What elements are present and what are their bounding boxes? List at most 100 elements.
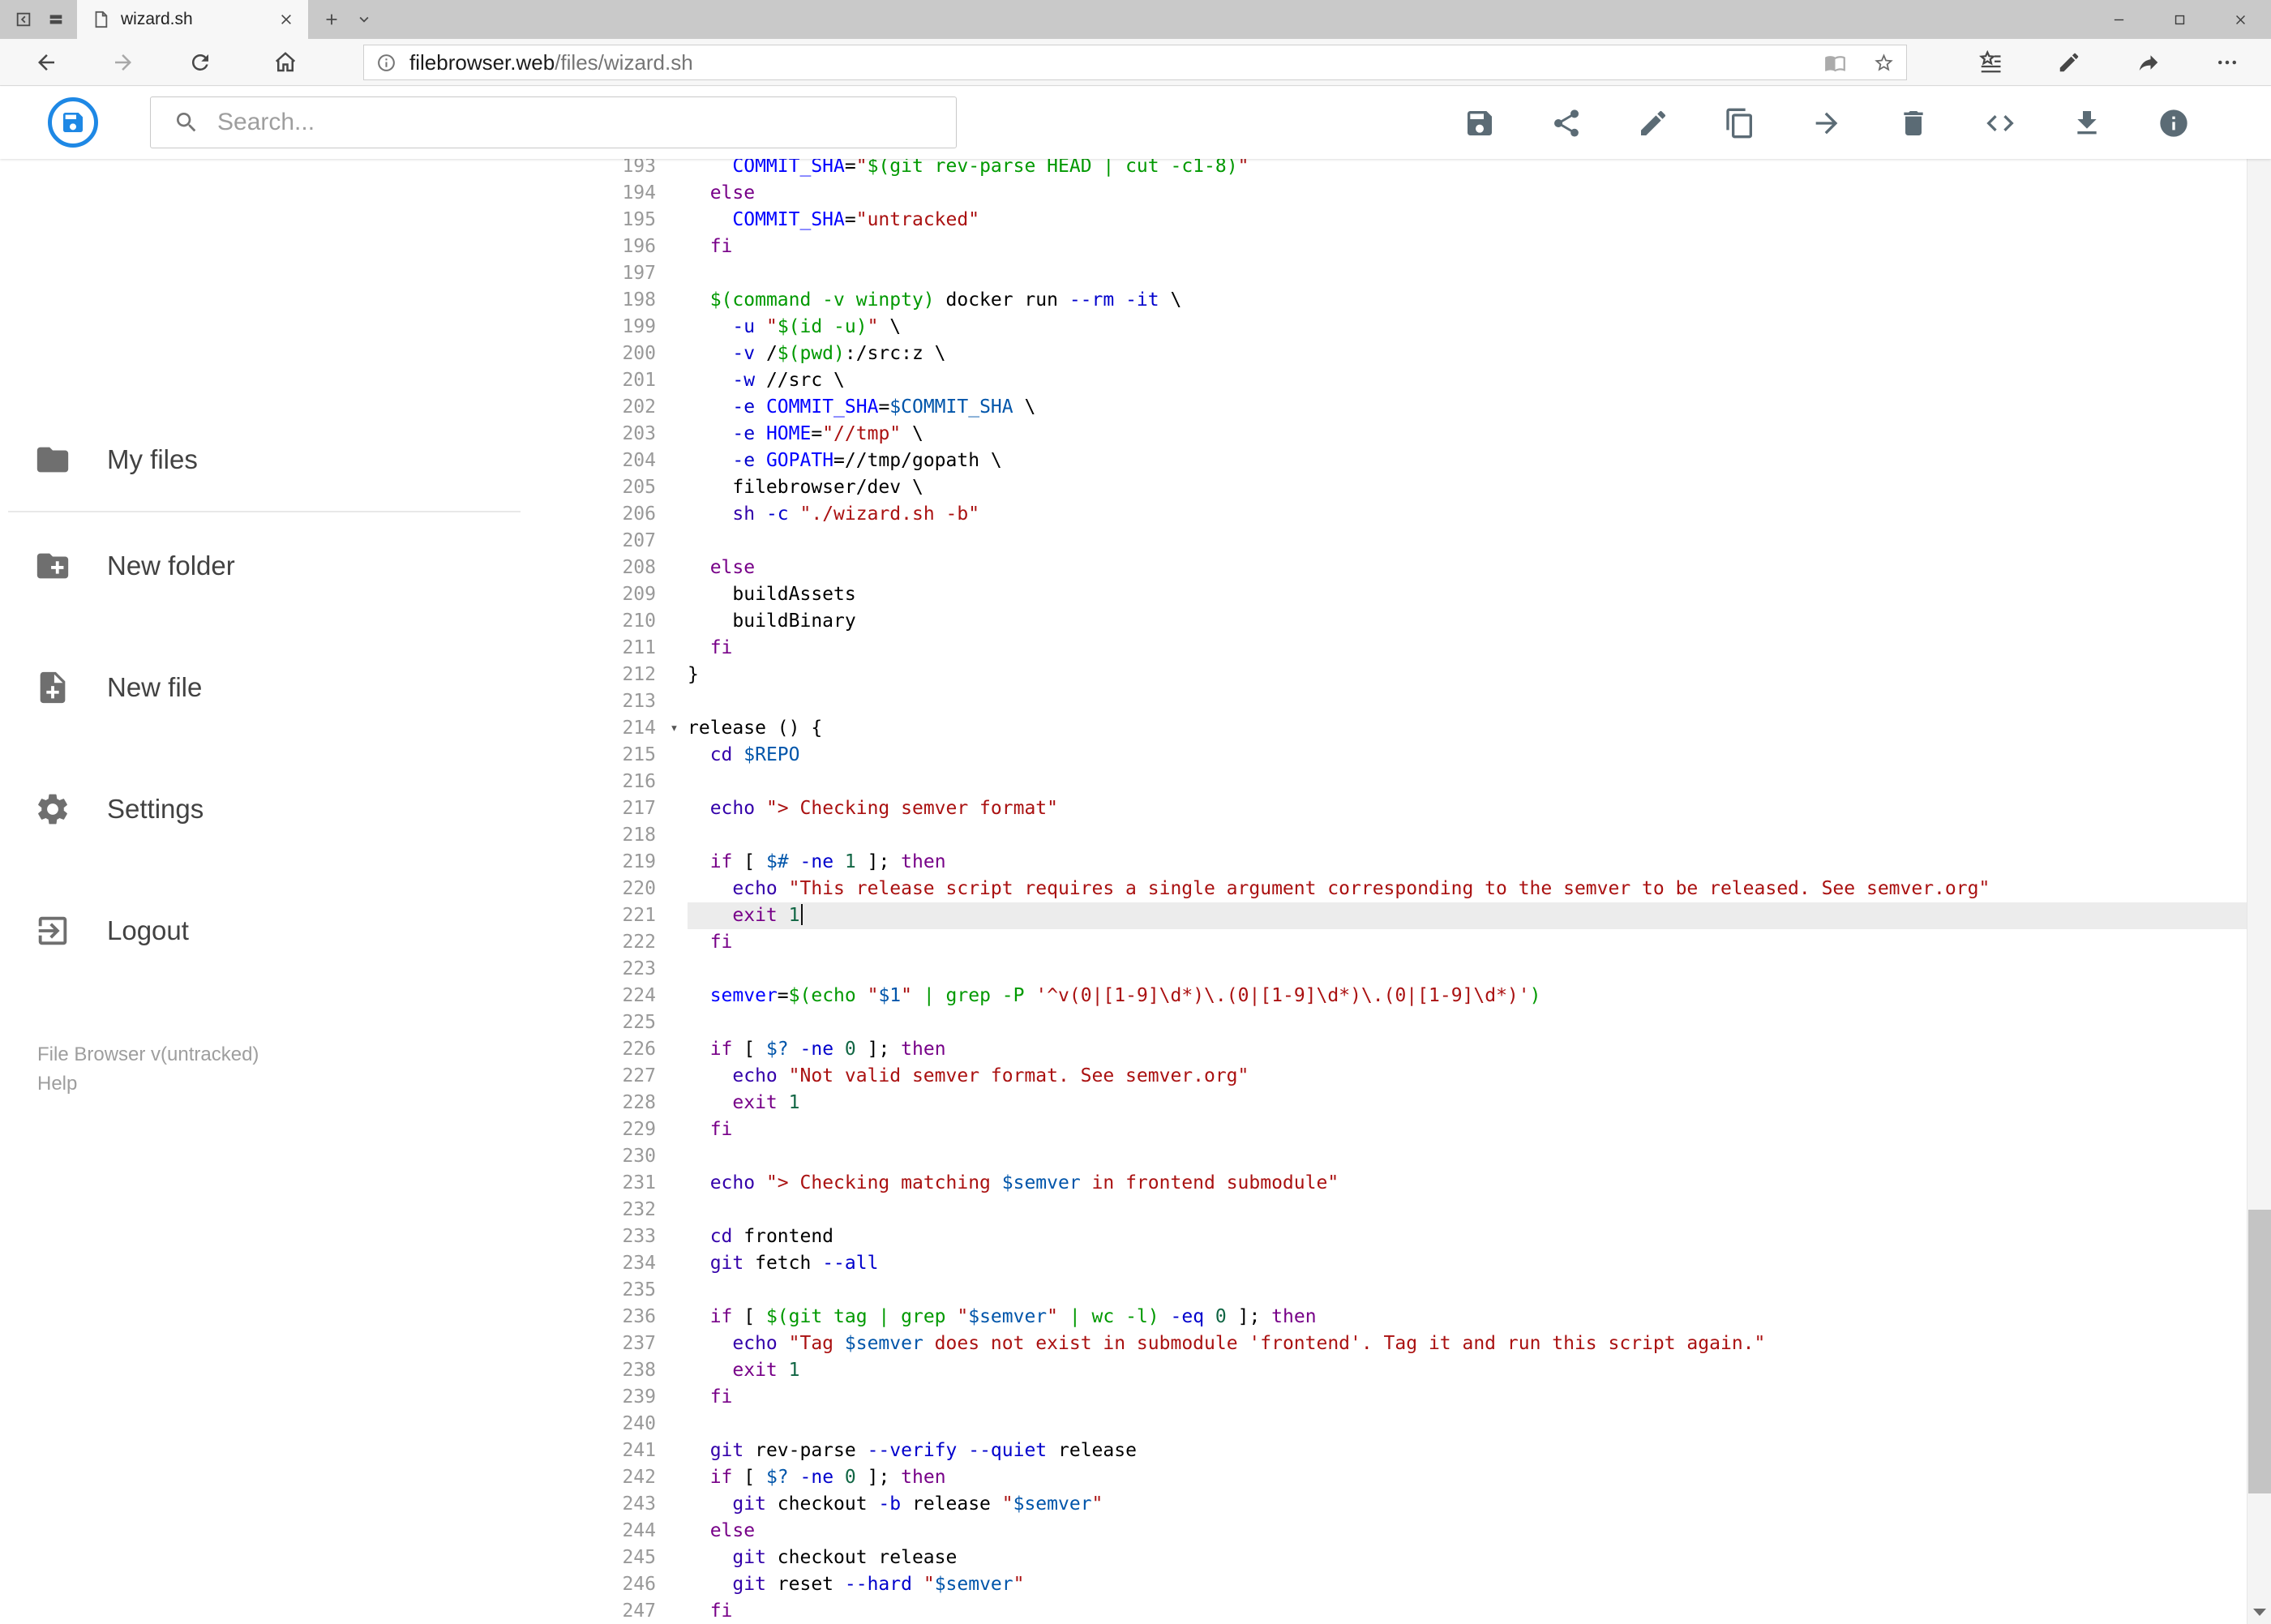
reading-view-button[interactable]	[1820, 48, 1849, 77]
code-text[interactable]: git reset --hard "$semver"	[688, 1571, 2247, 1598]
code-text[interactable]	[688, 688, 2247, 715]
url-text[interactable]: filebrowser.web/files/wizard.sh	[409, 50, 693, 75]
code-text[interactable]: -v /$(pwd):/src:z \	[688, 341, 2247, 367]
code-text[interactable]: fi	[688, 929, 2247, 956]
share-button[interactable]	[1550, 107, 1583, 139]
sidebar-item-new-file[interactable]: New file	[0, 659, 535, 716]
code-editor[interactable]: 193 COMMIT_SHA="$(git rev-parse HEAD | c…	[535, 159, 2247, 1624]
code-text[interactable]: -e COMMIT_SHA=$COMMIT_SHA \	[688, 394, 2247, 421]
code-text[interactable]: -u "$(id -u)" \	[688, 314, 2247, 341]
code-text[interactable]: release () {	[688, 715, 2247, 742]
web-notes-button[interactable]	[2055, 49, 2083, 76]
minimize-button[interactable]	[2089, 0, 2149, 39]
code-text[interactable]: git rev-parse --verify --quiet release	[688, 1438, 2247, 1464]
search-bar[interactable]	[150, 96, 957, 148]
sidebar-item-new-folder[interactable]: New folder	[0, 538, 535, 594]
code-text[interactable]: if [ $? -ne 0 ]; then	[688, 1036, 2247, 1063]
search-input[interactable]	[217, 109, 906, 136]
code-text[interactable]: cd $REPO	[688, 742, 2247, 769]
more-options-button[interactable]	[2213, 49, 2241, 76]
edit-button[interactable]	[1637, 107, 1669, 139]
home-button[interactable]	[272, 49, 299, 76]
browser-tab[interactable]: wizard.sh	[77, 0, 308, 39]
code-text[interactable]	[688, 956, 2247, 983]
code-text[interactable]	[688, 822, 2247, 849]
code-text[interactable]: -e HOME="//tmp" \	[688, 421, 2247, 448]
code-text[interactable]: COMMIT_SHA="$(git rev-parse HEAD | cut -…	[688, 159, 2247, 180]
code-text[interactable]: fi	[688, 1116, 2247, 1143]
back-button[interactable]	[32, 49, 60, 76]
code-text[interactable]: else	[688, 180, 2247, 207]
code-text[interactable]: buildAssets	[688, 581, 2247, 608]
address-bar[interactable]: filebrowser.web/files/wizard.sh	[363, 45, 1907, 80]
code-text[interactable]: exit 1	[688, 902, 2247, 929]
scroll-down-button[interactable]	[2247, 1600, 2271, 1624]
favorite-star-button[interactable]	[1869, 48, 1898, 77]
code-text[interactable]: semver=$(echo "$1" | grep -P '^v(0|[1-9]…	[688, 983, 2247, 1009]
sidebar-item-my-files[interactable]: My files	[0, 431, 535, 488]
fold-marker-icon[interactable]: ▾	[670, 720, 678, 736]
code-text[interactable]: fi	[688, 234, 2247, 260]
code-text[interactable]: if [ $# -ne 1 ]; then	[688, 849, 2247, 876]
forward-button[interactable]	[109, 49, 137, 76]
code-text[interactable]: exit 1	[688, 1090, 2247, 1116]
code-text[interactable]: echo "> Checking semver format"	[688, 795, 2247, 822]
code-text[interactable]: exit 1	[688, 1357, 2247, 1384]
code-text[interactable]: fi	[688, 635, 2247, 662]
code-text[interactable]: git checkout release	[688, 1545, 2247, 1571]
code-text[interactable]	[688, 260, 2247, 287]
code-text[interactable]: fi	[688, 1384, 2247, 1411]
code-text[interactable]	[688, 528, 2247, 555]
code-text[interactable]	[688, 1009, 2247, 1036]
site-info-icon[interactable]	[374, 50, 398, 75]
code-text[interactable]: fi	[688, 1598, 2247, 1624]
code-text[interactable]: else	[688, 555, 2247, 581]
code-text[interactable]: echo "Not valid semver format. See semve…	[688, 1063, 2247, 1090]
help-link[interactable]: Help	[37, 1073, 77, 1095]
code-text[interactable]: buildBinary	[688, 608, 2247, 635]
code-text[interactable]	[688, 1277, 2247, 1304]
code-text[interactable]: -e GOPATH=//tmp/gopath \	[688, 448, 2247, 474]
save-button[interactable]	[1463, 107, 1496, 139]
refresh-button[interactable]	[186, 49, 214, 76]
code-text[interactable]: }	[688, 662, 2247, 688]
code-text[interactable]: filebrowser/dev \	[688, 474, 2247, 501]
info-button[interactable]	[2157, 107, 2190, 139]
tab-list-chevron-button[interactable]	[350, 6, 378, 33]
raw-code-button[interactable]	[1984, 107, 2016, 139]
scrollbar[interactable]	[2247, 87, 2271, 1624]
download-button[interactable]	[2071, 107, 2103, 139]
code-text[interactable]: if [ $? -ne 0 ]; then	[688, 1464, 2247, 1491]
sidebar-item-logout[interactable]: Logout	[0, 902, 535, 959]
set-tabs-aside-button[interactable]	[10, 6, 37, 33]
code-text[interactable]: else	[688, 1518, 2247, 1545]
tabs-preview-button[interactable]	[42, 6, 70, 33]
code-text[interactable]: git fetch --all	[688, 1250, 2247, 1277]
maximize-button[interactable]	[2149, 0, 2210, 39]
code-text[interactable]: $(command -v winpty) docker run --rm -it…	[688, 287, 2247, 314]
scrollbar-thumb[interactable]	[2248, 1210, 2271, 1493]
sidebar-item-settings[interactable]: Settings	[0, 781, 535, 838]
code-text[interactable]: sh -c "./wizard.sh -b"	[688, 501, 2247, 528]
code-text[interactable]: git checkout -b release "$semver"	[688, 1491, 2247, 1518]
code-text[interactable]	[688, 1143, 2247, 1170]
new-tab-button[interactable]	[318, 6, 345, 33]
filebrowser-logo[interactable]	[48, 97, 98, 148]
code-text[interactable]: COMMIT_SHA="untracked"	[688, 207, 2247, 234]
code-text[interactable]: -w //src \	[688, 367, 2247, 394]
code-text[interactable]: cd frontend	[688, 1223, 2247, 1250]
close-window-button[interactable]	[2210, 0, 2271, 39]
code-text[interactable]	[688, 769, 2247, 795]
tab-close-button[interactable]	[272, 6, 300, 33]
move-button[interactable]	[1810, 107, 1843, 139]
code-text[interactable]: echo "Tag $semver does not exist in subm…	[688, 1330, 2247, 1357]
copy-button[interactable]	[1724, 107, 1756, 139]
delete-button[interactable]	[1897, 107, 1930, 139]
share-page-button[interactable]	[2135, 49, 2162, 76]
code-text[interactable]: echo "> Checking matching $semver in fro…	[688, 1170, 2247, 1197]
hub-favorites-button[interactable]	[1977, 49, 2004, 76]
code-text[interactable]: if [ $(git tag | grep "$semver" | wc -l)…	[688, 1304, 2247, 1330]
code-text[interactable]	[688, 1411, 2247, 1438]
code-text[interactable]	[688, 1197, 2247, 1223]
code-text[interactable]: echo "This release script requires a sin…	[688, 876, 2247, 902]
